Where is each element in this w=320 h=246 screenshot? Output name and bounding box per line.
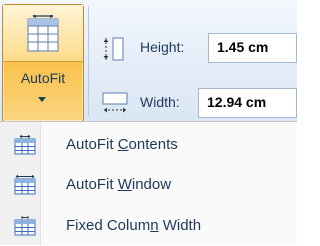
- fixed-column-width-icon: [14, 216, 36, 239]
- column-width-icon: [102, 91, 128, 118]
- width-input[interactable]: 12.94 cm: [198, 88, 297, 118]
- menu-item-fixed-column-width[interactable]: Fixed Column Width: [0, 206, 297, 246]
- autofit-contents-icon: [14, 134, 36, 158]
- autofit-window-icon: [14, 174, 36, 198]
- autofit-label: AutoFit: [20, 70, 66, 86]
- row-height-icon: [102, 36, 126, 65]
- autofit-button-top[interactable]: [3, 5, 83, 62]
- ribbon-group-cell-size: AutoFit Height: 1.45 cm Width: 12.94 cm: [0, 0, 297, 122]
- autofit-dropdown-menu: AutoFit Contents AutoFit Window Fixed Co…: [0, 121, 297, 245]
- menu-item-autofit-window[interactable]: AutoFit Window: [0, 165, 297, 205]
- menu-item-autofit-contents[interactable]: AutoFit Contents: [0, 125, 297, 165]
- table-autofit-icon: [25, 14, 61, 56]
- autofit-dropdown-arrow-icon[interactable]: [38, 97, 46, 102]
- height-label: Height:: [140, 39, 185, 55]
- menu-item-label: Fixed Column Width: [66, 217, 202, 234]
- autofit-split-button[interactable]: AutoFit: [2, 4, 84, 122]
- width-label: Width:: [140, 94, 180, 110]
- menu-item-label: AutoFit Contents: [66, 136, 178, 153]
- menu-item-label: AutoFit Window: [66, 176, 172, 193]
- group-separator: [88, 6, 89, 116]
- height-input[interactable]: 1.45 cm: [208, 33, 297, 63]
